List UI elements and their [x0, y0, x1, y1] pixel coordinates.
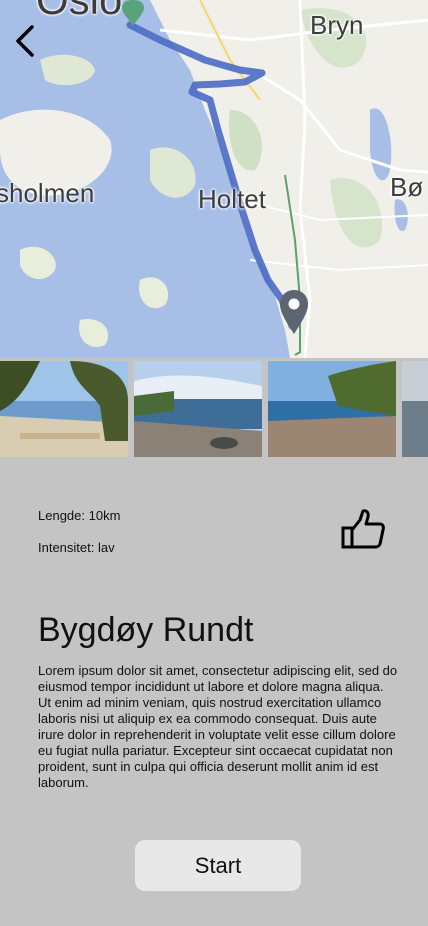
like-button[interactable] — [340, 508, 386, 550]
photo-partial[interactable] — [402, 361, 428, 457]
photo-beach[interactable] — [0, 361, 128, 457]
photo-gallery[interactable] — [0, 358, 428, 460]
route-title: Bygdøy Rundt — [38, 610, 254, 649]
route-intensity: Intensitet: lav — [38, 540, 115, 555]
photo-shore[interactable] — [268, 361, 396, 457]
back-button[interactable] — [12, 24, 52, 64]
map-label-bryn: Bryn — [310, 10, 364, 40]
map-pin-icon[interactable] — [280, 290, 308, 334]
route-description: Lorem ipsum dolor sit amet, consectetur … — [38, 663, 398, 790]
thumbs-up-icon — [341, 509, 385, 549]
route-map[interactable]: Oslo Bryn sholmen Holtet Bø — [0, 0, 428, 358]
start-pin-icon — [122, 0, 144, 26]
map-label-holtet: Holtet — [198, 184, 266, 214]
start-button[interactable]: Start — [135, 840, 301, 891]
map-label-boe: Bø — [390, 172, 424, 202]
back-arrow-icon — [16, 25, 34, 57]
map-label-holmen: sholmen — [0, 178, 95, 208]
map-label-oslo: Oslo — [36, 0, 122, 24]
photo-harbour[interactable] — [134, 361, 262, 457]
route-stats: Lengde: 10km Intensitet: lav — [38, 508, 120, 572]
route-length: Lengde: 10km — [38, 508, 121, 523]
